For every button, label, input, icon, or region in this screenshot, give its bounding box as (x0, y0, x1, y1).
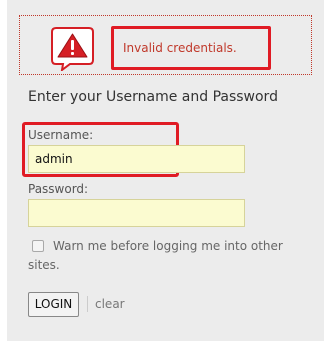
login-button[interactable]: LOGIN (28, 292, 79, 317)
error-message: Invalid credentials. (111, 26, 271, 70)
button-separator (87, 296, 88, 312)
password-input[interactable] (28, 199, 245, 227)
username-input[interactable] (28, 145, 245, 173)
username-label: Username: (28, 128, 94, 142)
clear-link[interactable]: clear (95, 297, 125, 311)
password-label: Password: (28, 182, 89, 196)
warning-icon (51, 27, 94, 71)
login-heading: Enter your Username and Password (28, 89, 278, 105)
warn-label: Warn me before logging me into other sit… (28, 239, 283, 272)
